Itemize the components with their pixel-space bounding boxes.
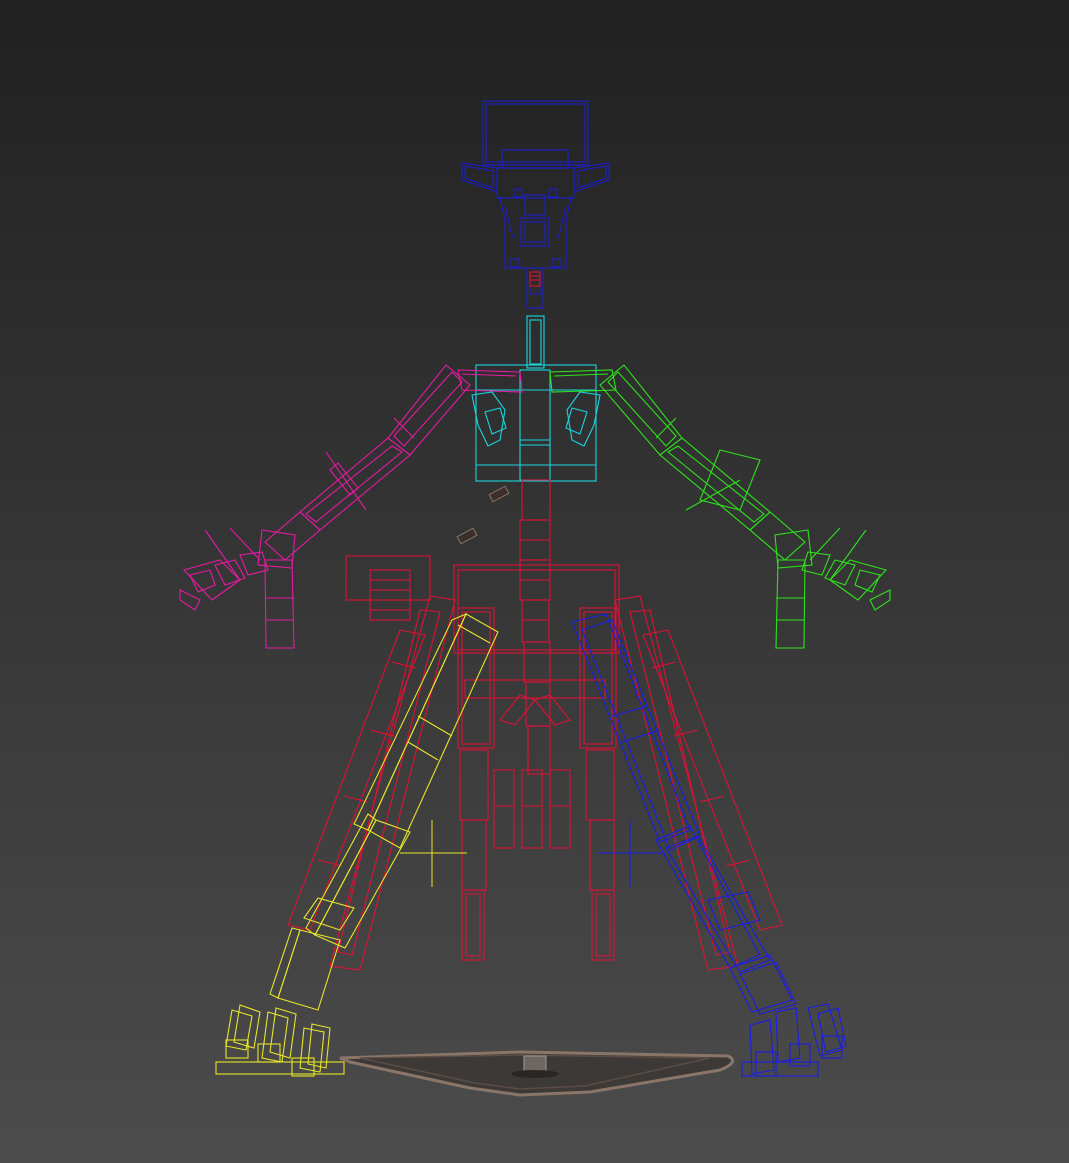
- left-arm-rig[interactable]: [179, 364, 523, 649]
- 3d-viewport[interactable]: [0, 0, 1069, 1163]
- loose-props: [456, 485, 510, 545]
- right-leg-rig[interactable]: [571, 613, 847, 1077]
- spine-segments[interactable]: [519, 479, 551, 775]
- left-leg-ik-crosshair-icon[interactable]: [400, 820, 467, 887]
- neck-joint[interactable]: [529, 271, 541, 287]
- base-plate[interactable]: [339, 1050, 734, 1097]
- head-rig[interactable]: [461, 100, 610, 309]
- pelvis-rig[interactable]: [345, 555, 620, 849]
- inner-legs[interactable]: [457, 607, 617, 961]
- left-leg-rig[interactable]: [215, 612, 499, 1077]
- spine-chest-rig[interactable]: [471, 315, 601, 482]
- right-arm-rig[interactable]: [549, 364, 891, 649]
- wireframe-rig-scene[interactable]: [0, 0, 1069, 1163]
- outer-legs[interactable]: [287, 595, 783, 971]
